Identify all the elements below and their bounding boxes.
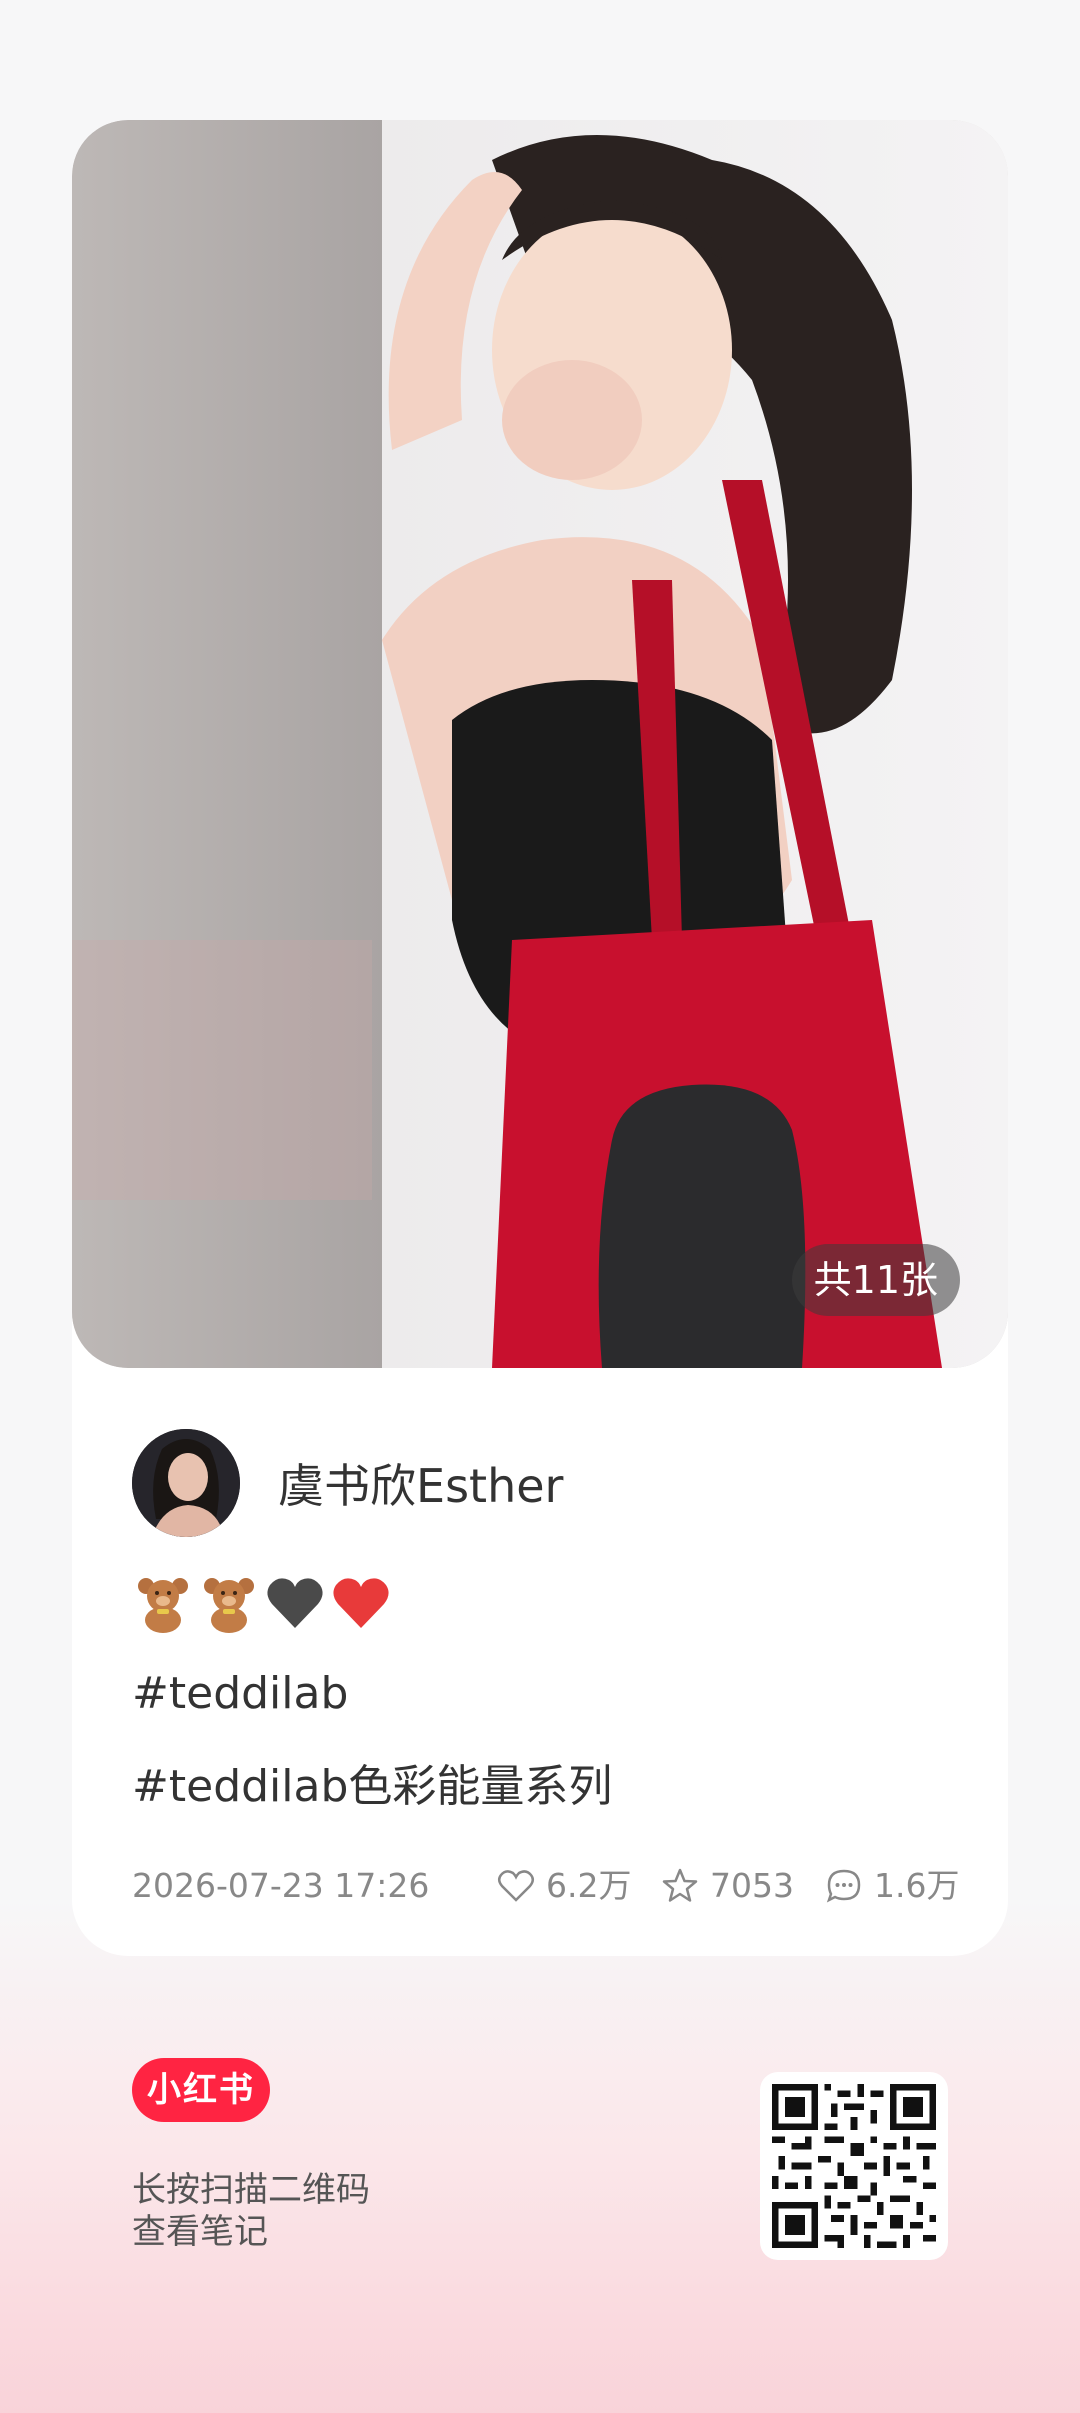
hashtag-link[interactable]: #teddilab [132,1668,348,1719]
collects-count: 7053 [710,1866,794,1905]
avatar[interactable] [132,1429,240,1537]
avatar-image [132,1429,240,1537]
xiaohongshu-logo: 小红书 [132,2058,270,2122]
author-row[interactable]: 虞书欣Esther [132,1428,563,1538]
note-card: 共11张 虞书欣Esther #teddilab #teddilab色彩能量系列… [72,120,1008,1956]
scan-hint-line2: 查看笔记 [132,2212,268,2252]
hashtag-link[interactable]: #teddilab色彩能量系列 [132,1750,612,1814]
comments-count: 1.6万 [874,1866,960,1905]
author-name[interactable]: 虞书欣Esther [278,1450,563,1516]
black-heart-icon [264,1572,326,1634]
heart-icon [498,1870,534,1902]
teddy-bear-icon [132,1572,194,1634]
star-icon [662,1868,698,1902]
red-heart-icon [330,1572,392,1634]
teddy-bear-icon [198,1572,260,1634]
comment-icon [826,1869,861,1903]
likes-count: 6.2万 [546,1866,632,1905]
collects-stat[interactable]: 7053 [660,1862,794,1910]
qr-code-icon [772,2084,936,2248]
comments-stat[interactable]: 1.6万 [824,1862,959,1910]
photo-illustration [72,120,1008,1368]
image-count-badge: 共11张 [791,1244,960,1316]
qr-code[interactable] [760,2072,948,2260]
emoji-row [132,1572,392,1634]
likes-stat[interactable]: 6.2万 [496,1862,631,1910]
post-date: 2026-07-23 17:26 [132,1866,430,1905]
post-photo[interactable]: 共11张 [72,120,1008,1368]
